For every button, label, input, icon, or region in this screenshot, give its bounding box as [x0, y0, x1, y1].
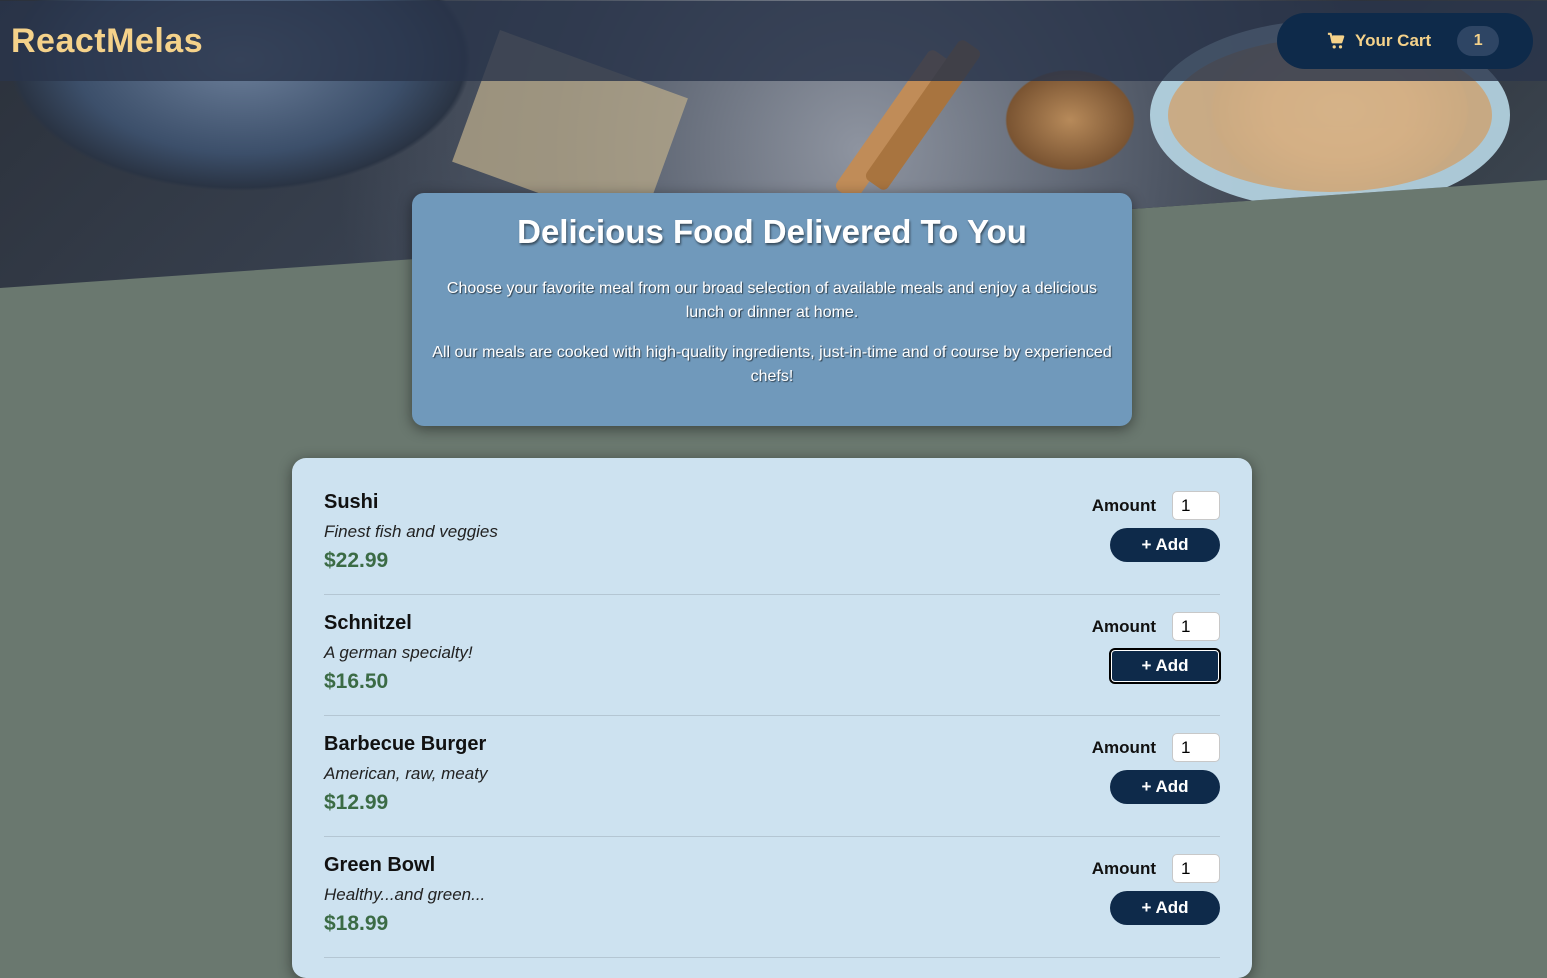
amount-row: Amount [1092, 854, 1220, 883]
meal-form: Amount + Add [1092, 491, 1220, 594]
meal-price: $18.99 [324, 912, 389, 935]
meal-form: Amount + Add [1092, 612, 1221, 715]
meal-price: $22.99 [324, 549, 389, 572]
cart-icon [1327, 32, 1345, 50]
app-logo: ReactMelas [11, 21, 204, 60]
meal-item: Barbecue Burger American, raw, meaty $12… [324, 716, 1220, 837]
amount-label: Amount [1091, 737, 1156, 757]
meal-item: Green Bowl Healthy...and green... $18.99… [324, 837, 1220, 958]
add-button[interactable]: + Add [1109, 648, 1221, 684]
meal-name: Schnitzel [324, 612, 412, 634]
summary-title: Delicious Food Delivered To You [517, 213, 1027, 250]
meal-description: Healthy...and green... [324, 885, 486, 904]
amount-input[interactable] [1172, 612, 1220, 641]
amount-input[interactable] [1172, 854, 1220, 883]
meal-name: Barbecue Burger [324, 733, 487, 755]
meal-item: Sushi Finest fish and veggies $22.99 Amo… [324, 474, 1220, 595]
amount-row: Amount [1092, 612, 1220, 641]
meals-list: Sushi Finest fish and veggies $22.99 Amo… [292, 458, 1252, 978]
cart-count-badge: 1 [1457, 26, 1500, 56]
meal-price: $16.50 [324, 670, 389, 693]
meal-description: American, raw, meaty [324, 764, 488, 783]
meal-info: Sushi Finest fish and veggies $22.99 [324, 491, 498, 594]
summary-card: Delicious Food Delivered To You Choose y… [412, 193, 1132, 426]
amount-label: Amount [1091, 858, 1156, 878]
add-button[interactable]: + Add [1110, 770, 1220, 804]
meal-description: Finest fish and veggies [324, 522, 498, 541]
meal-name: Sushi [324, 491, 379, 513]
add-button[interactable]: + Add [1110, 891, 1220, 925]
meal-item: Schnitzel A german specialty! $16.50 Amo… [324, 595, 1221, 716]
meal-form: Amount + Add [1092, 733, 1220, 836]
amount-row: Amount [1092, 491, 1220, 520]
meal-price: $12.99 [324, 791, 389, 814]
app-header: ReactMelas Your Cart 1 [0, 1, 1547, 81]
summary-paragraph: Choose your favorite meal from our broad… [446, 280, 1098, 321]
add-button[interactable]: + Add [1110, 528, 1220, 562]
cart-label: Your Cart [1355, 31, 1432, 50]
meal-info: Green Bowl Healthy...and green... $18.99 [324, 854, 485, 957]
meal-description: A german specialty! [324, 643, 473, 662]
meal-info: Barbecue Burger American, raw, meaty $12… [324, 733, 487, 836]
amount-input[interactable] [1172, 491, 1220, 520]
summary-paragraph: All our meals are cooked with high-quali… [432, 344, 1112, 385]
amount-input[interactable] [1172, 733, 1220, 762]
amount-row: Amount [1092, 733, 1220, 762]
meal-form: Amount + Add [1092, 854, 1220, 957]
amount-label: Amount [1091, 495, 1156, 515]
amount-label: Amount [1091, 616, 1156, 636]
cart-button[interactable]: Your Cart 1 [1277, 13, 1533, 69]
meal-name: Green Bowl [324, 854, 436, 876]
meal-info: Schnitzel A german specialty! $16.50 [324, 612, 473, 715]
